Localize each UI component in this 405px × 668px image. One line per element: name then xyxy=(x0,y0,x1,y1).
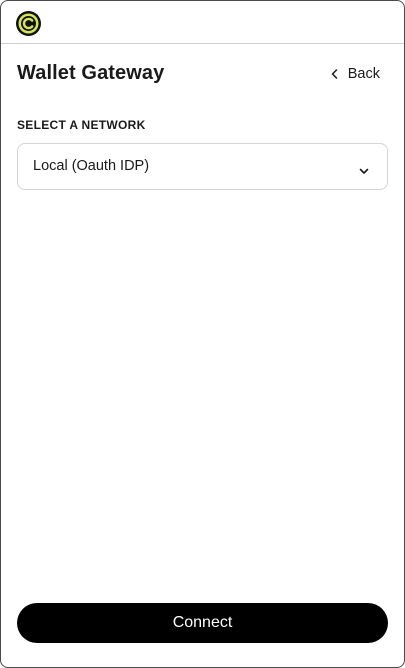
connect-button[interactable]: Connect xyxy=(17,603,388,643)
back-label: Back xyxy=(347,66,380,82)
wallet-gateway-window: Wallet Gateway Back SELECT A NETWORK Loc… xyxy=(0,0,405,668)
network-selected-value: Local (Oauth IDP) xyxy=(33,158,150,174)
chevron-left-icon xyxy=(331,69,338,79)
chevron-down-icon xyxy=(359,162,369,180)
network-section-label: SELECT A NETWORK xyxy=(17,118,146,132)
page-header: Wallet Gateway Back xyxy=(17,61,388,91)
back-button[interactable]: Back xyxy=(331,66,380,82)
c-logo-icon xyxy=(16,11,41,36)
network-select[interactable]: Local (Oauth IDP) xyxy=(17,143,388,190)
top-bar xyxy=(1,1,404,44)
page-title: Wallet Gateway xyxy=(17,62,165,84)
